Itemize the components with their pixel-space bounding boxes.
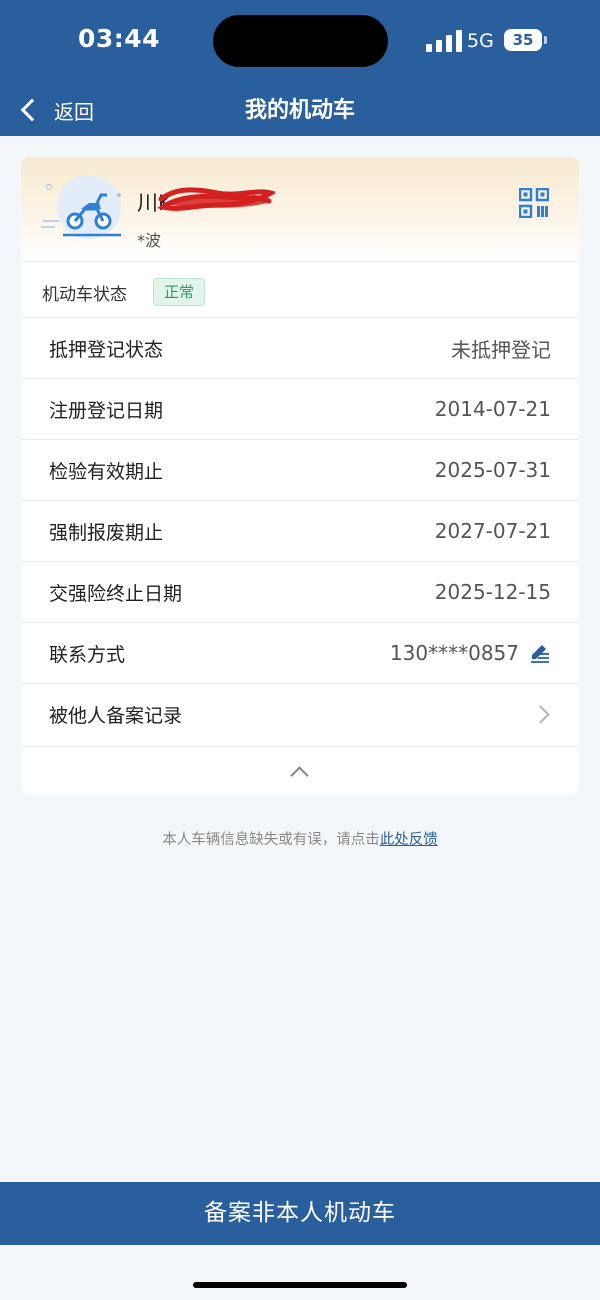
detail-list: 抵押登记状态 未抵押登记 注册登记日期 2014-07-21 检验有效期止 20… (21, 317, 579, 744)
vehicle-status-row: 机动车状态 正常 (21, 261, 579, 318)
detail-row-contact: 联系方式 130****0857 (21, 622, 579, 683)
detail-row-insurance-end: 交强险终止日期 2025-12-15 (21, 561, 579, 622)
detail-label: 注册登记日期 (49, 399, 164, 422)
detail-row-register-date: 注册登记日期 2014-07-21 (21, 378, 579, 439)
redaction-scribble (157, 187, 275, 211)
chevron-right-icon (531, 704, 550, 724)
detail-value: 2025-07-31 (434, 458, 551, 482)
contact-phone: 130****0857 (389, 641, 519, 665)
qr-code-icon[interactable] (519, 188, 549, 218)
home-indicator (193, 1282, 407, 1288)
motorcycle-icon (41, 175, 121, 239)
feedback-link[interactable]: 此处反馈 (380, 832, 438, 848)
detail-value: 2027-07-21 (434, 519, 551, 543)
chevron-up-icon (290, 766, 309, 785)
network-type: 5G (467, 30, 494, 52)
detail-row-mortgage: 抵押登记状态 未抵押登记 (21, 317, 579, 378)
vehicle-status-label: 机动车状态 (42, 285, 127, 305)
status-bar: 03:44 5G 35 (0, 0, 600, 82)
detail-value: 未抵押登记 (451, 337, 551, 362)
detail-row-records[interactable]: 被他人备案记录 (21, 683, 579, 744)
records-label: 被他人备案记录 (49, 704, 183, 727)
detail-label: 强制报废期止 (49, 521, 164, 544)
status-time: 03:44 (78, 24, 161, 53)
page-title: 我的机动车 (244, 98, 355, 123)
nav-bar: 返回 我的机动车 (0, 82, 600, 136)
detail-value: 2025-12-15 (434, 580, 551, 604)
feedback-hint: 本人车辆信息缺失或有误，请点击此处反馈 (0, 828, 600, 849)
detail-row-inspection-expiry: 检验有效期止 2025-07-31 (21, 439, 579, 500)
signal-icon (426, 30, 462, 52)
feedback-text: 本人车辆信息缺失或有误，请点击 (162, 832, 380, 848)
detail-row-scrap-date: 强制报废期止 2027-07-21 (21, 500, 579, 561)
detail-value: 2014-07-21 (434, 397, 551, 421)
edit-icon[interactable] (529, 642, 551, 664)
vehicle-card-header: 川K *波 (21, 157, 579, 261)
status-badge: 正常 (153, 278, 206, 306)
owner-name: *波 (137, 231, 162, 250)
header: 03:44 5G 35 返回 我的机动车 (0, 0, 600, 136)
dynamic-island (213, 15, 388, 67)
battery-tip (544, 36, 547, 44)
detail-label: 检验有效期止 (49, 460, 164, 483)
detail-label: 交强险终止日期 (49, 582, 183, 605)
register-other-vehicle-button[interactable]: 备案非本人机动车 (0, 1182, 600, 1245)
vehicle-card: 川K *波 机动车状态 正常 抵押登记状态 未抵押登记 注册登记日期 2014-… (21, 157, 579, 795)
detail-label: 抵押登记状态 (49, 338, 164, 361)
contact-label: 联系方式 (49, 643, 126, 666)
collapse-button[interactable] (21, 746, 579, 795)
battery-icon: 35 (504, 29, 542, 51)
contact-value-group: 130****0857 (390, 641, 551, 665)
